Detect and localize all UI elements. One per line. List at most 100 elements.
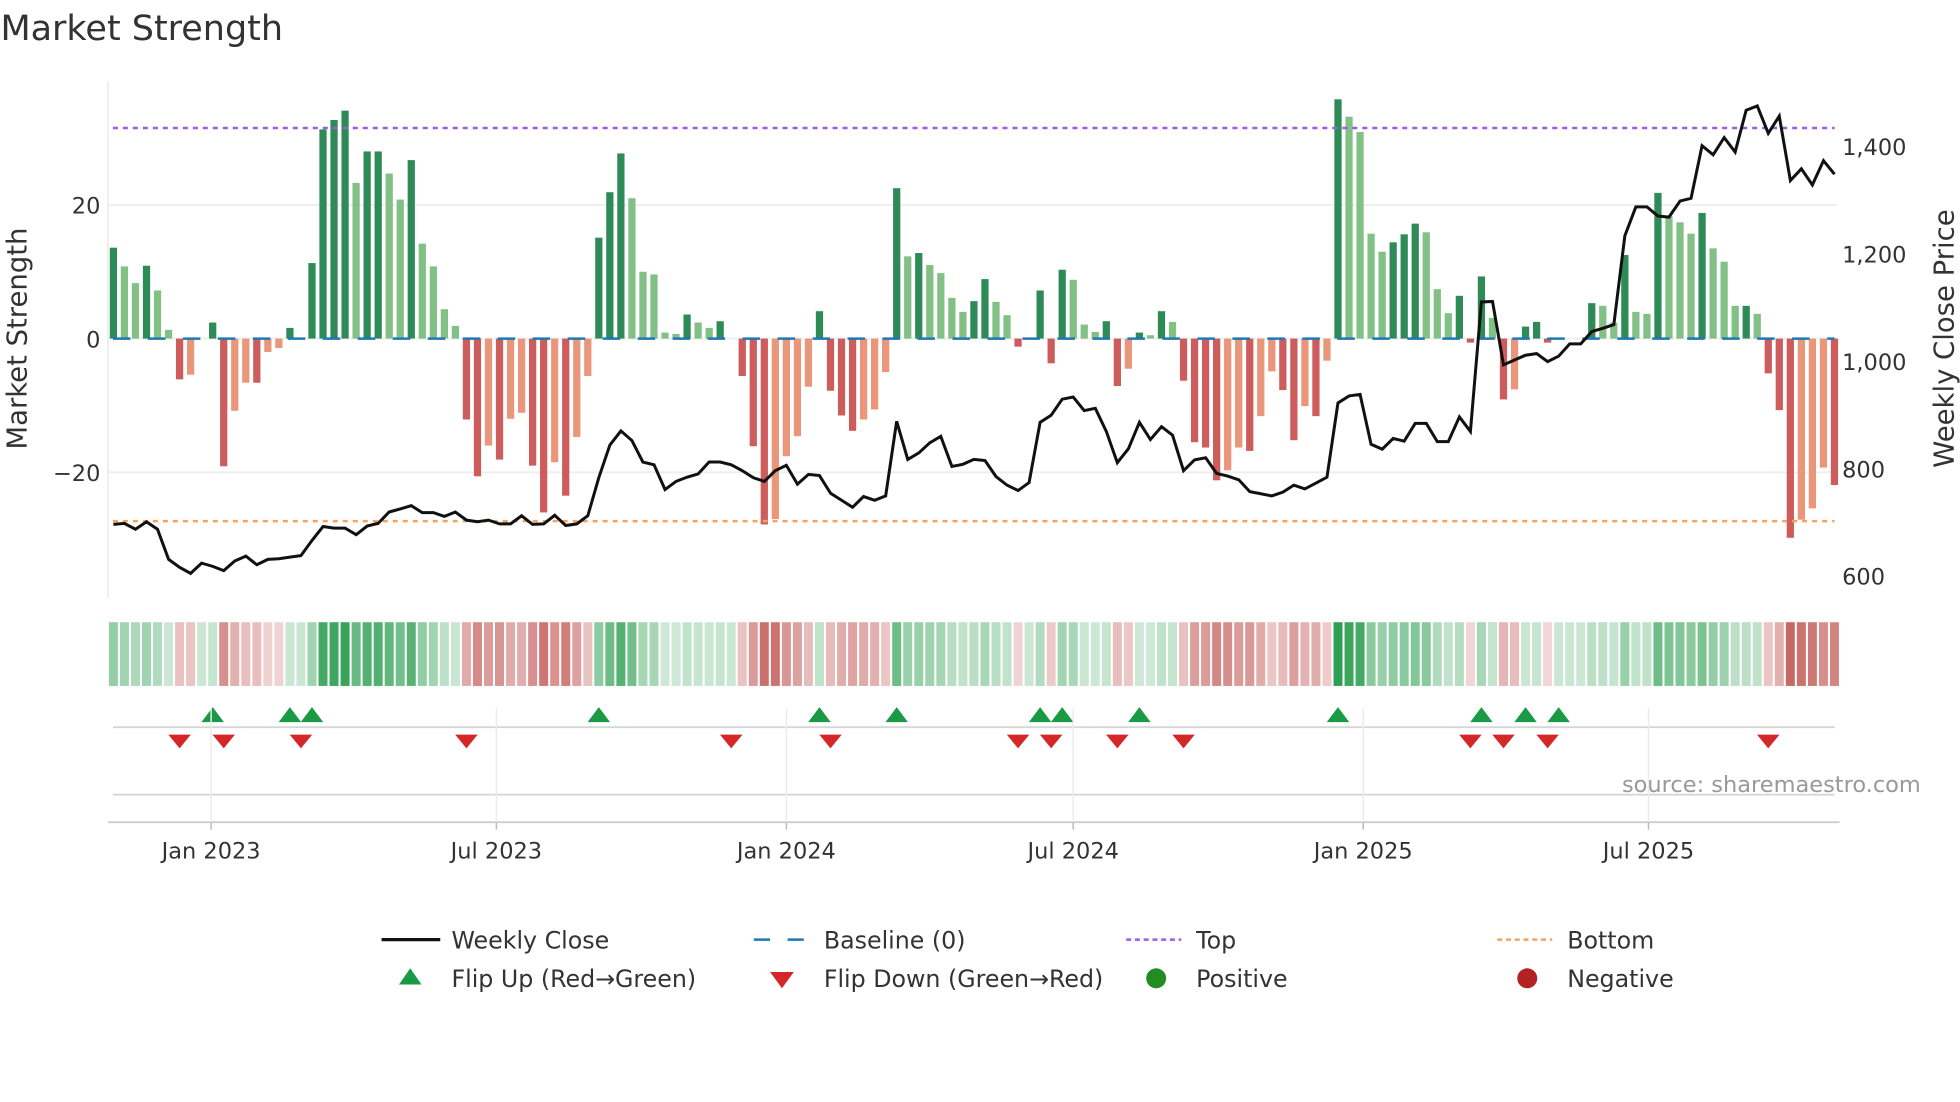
heat-cell-positive	[1642, 622, 1652, 686]
positive-bar	[1102, 321, 1110, 339]
heat-cell-negative	[1123, 622, 1133, 686]
heat-cell-positive	[395, 622, 405, 686]
heat-cell-positive	[119, 622, 129, 686]
positive-bar	[451, 325, 460, 339]
negative-bar	[175, 338, 184, 380]
flip-up-marker	[201, 707, 224, 723]
heat-cell-negative	[1234, 622, 1244, 686]
negative-bar	[749, 338, 757, 447]
negative-bar	[1014, 338, 1022, 347]
positive-bar	[330, 120, 338, 339]
positive-bar	[1389, 242, 1397, 339]
heat-cell-positive	[936, 622, 946, 686]
heat-cell-positive	[969, 622, 979, 686]
negative-bar	[1268, 338, 1276, 372]
positive-bar	[716, 321, 724, 339]
triangle-down-icon	[770, 972, 794, 989]
heat-cell-positive	[892, 622, 902, 686]
legend-item: Bottom	[1497, 926, 1654, 954]
heat-cell-positive	[1156, 622, 1166, 686]
negative-bar	[1290, 338, 1298, 441]
positive-bar	[1411, 223, 1419, 339]
heat-cell-negative	[1763, 622, 1773, 686]
legend-item: Weekly Close	[381, 926, 609, 954]
negative-bar	[804, 338, 813, 387]
flip-up-marker	[1128, 707, 1151, 723]
negative-bar	[231, 338, 239, 411]
heat-cell-negative	[1818, 622, 1828, 686]
heat-cell-negative	[1223, 622, 1233, 686]
negative-bar	[1830, 338, 1839, 485]
legend-label: Weekly Close	[451, 926, 609, 954]
heat-cell-negative	[748, 622, 758, 686]
heat-cell-negative	[263, 622, 273, 686]
heat-cell-negative	[837, 622, 847, 686]
negative-bar	[484, 338, 493, 446]
heat-cell-positive	[1576, 622, 1586, 686]
positive-bar	[915, 253, 923, 339]
positive-bar	[131, 283, 140, 339]
y-right-tick-label: 800	[1842, 457, 1885, 483]
negative-bar	[573, 338, 581, 437]
heat-cell-positive	[208, 622, 218, 686]
heat-cell-positive	[1487, 622, 1497, 686]
flip-down-marker	[455, 734, 478, 749]
positive-bar	[1367, 233, 1375, 339]
negative-bar	[264, 338, 272, 352]
y-tick-label: 0	[86, 327, 100, 353]
triangle-up-icon	[399, 968, 422, 985]
flip-up-marker	[885, 707, 908, 723]
negative-bar	[848, 338, 857, 431]
heat-cell-negative	[472, 622, 482, 686]
positive-bar	[1687, 233, 1695, 339]
x-tick-label: Jul 2024	[1026, 838, 1119, 864]
negative-bar	[793, 338, 802, 437]
flip-up-marker	[1326, 707, 1350, 723]
x-tick-label: Jan 2025	[1312, 838, 1413, 864]
positive-bar	[981, 279, 989, 339]
flip-down-marker	[1172, 734, 1195, 749]
negative-bar	[1764, 338, 1772, 374]
flip-up-marker	[1028, 707, 1052, 723]
heat-cell-positive	[417, 622, 427, 686]
negative-bar	[738, 338, 746, 377]
positive-bar	[926, 265, 934, 339]
heat-cell-positive	[726, 622, 736, 686]
chart-title: Market Strength	[0, 9, 283, 49]
positive-bar	[893, 188, 901, 339]
positive-bar	[694, 322, 702, 339]
heat-cell-negative	[561, 622, 571, 686]
positive-bar	[1003, 315, 1011, 339]
positive-bar	[595, 237, 603, 339]
positive-bar	[1356, 132, 1364, 339]
negative-bar	[1246, 338, 1254, 451]
heat-cell-positive	[704, 622, 714, 686]
heat-cell-negative	[770, 622, 780, 686]
negative-bar	[584, 338, 592, 377]
heat-cell-positive	[285, 622, 295, 686]
positive-bar	[970, 301, 978, 339]
legend-label: Positive	[1196, 965, 1287, 993]
positive-bar	[1665, 216, 1673, 339]
heat-cell-positive	[660, 622, 670, 686]
x-ticks: Jan 2023 Jul 2023 Jan 2024 Jul 2024 Jan 2025…	[160, 708, 1694, 864]
heat-cell-positive	[1168, 622, 1178, 686]
circle-icon	[1146, 968, 1167, 989]
heat-cell-positive	[296, 622, 306, 686]
heat-cell-negative	[572, 622, 582, 686]
heat-cell-positive	[340, 622, 350, 686]
positive-bar	[1036, 290, 1044, 339]
heat-cell-positive	[1697, 622, 1707, 686]
negative-bar	[782, 338, 790, 457]
legend-item: Positive	[1146, 965, 1288, 993]
positive-bar	[286, 327, 294, 339]
heat-cell-positive	[1598, 622, 1608, 686]
negative-bar	[1323, 338, 1331, 361]
negative-bar	[253, 338, 261, 383]
heat-cell-positive	[1443, 622, 1453, 686]
legend-label: Flip Down (Green→Red)	[824, 965, 1103, 993]
heat-cell-positive	[164, 622, 174, 686]
heat-cell-negative	[274, 622, 284, 686]
heat-cell-negative	[539, 622, 549, 686]
positive-bar	[1731, 305, 1739, 339]
